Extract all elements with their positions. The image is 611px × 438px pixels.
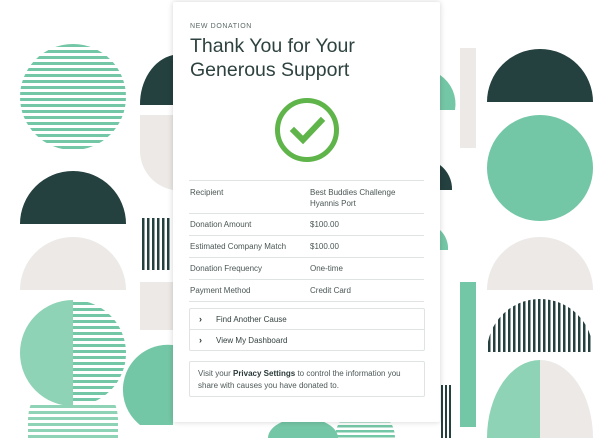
- action-links: › Find Another Cause › View My Dashboard: [189, 308, 425, 351]
- bg-bottom-center-arc: [335, 420, 395, 438]
- eyebrow-label: NEW DONATION: [190, 23, 252, 30]
- detail-label: Recipient: [190, 188, 224, 197]
- page-title: Thank You for Your Generous Support: [190, 35, 355, 81]
- privacy-settings-link[interactable]: Privacy Settings: [233, 369, 295, 378]
- link-label: Find Another Cause: [216, 314, 287, 324]
- chevron-right-icon: ›: [199, 314, 202, 324]
- detail-label: Payment Method: [190, 286, 251, 295]
- detail-value: $100.00: [310, 242, 339, 251]
- bg-mint-arc-right: [440, 230, 449, 250]
- checkmark-circle-icon: [275, 98, 339, 162]
- detail-value: One-time: [310, 264, 343, 273]
- bg-mint-strip: [460, 282, 476, 427]
- bg-gray-quarter-bottom-right: [540, 360, 593, 438]
- bg-gray-half-circle-right: [487, 237, 593, 290]
- detail-row-recipient: Recipient Best Buddies Challenge Hyannis…: [189, 181, 424, 214]
- bg-dark-quarter-right: [440, 165, 453, 190]
- detail-row-payment-method: Payment Method Credit Card: [189, 280, 424, 302]
- find-another-cause-link[interactable]: › Find Another Cause: [190, 309, 424, 330]
- detail-label: Estimated Company Match: [190, 242, 287, 251]
- link-label: View My Dashboard: [216, 335, 288, 345]
- bg-vertical-stripes: [142, 218, 170, 270]
- chevron-right-icon: ›: [199, 335, 202, 345]
- detail-label: Donation Frequency: [190, 264, 263, 273]
- privacy-note: Visit your Privacy Settings to control t…: [189, 361, 425, 397]
- view-my-dashboard-link[interactable]: › View My Dashboard: [190, 330, 424, 350]
- bg-mint-bar: [460, 48, 476, 148]
- donation-confirmation-card: NEW DONATION Thank You for Your Generous…: [173, 2, 440, 422]
- detail-row-amount: Donation Amount $100.00: [189, 214, 424, 236]
- bg-mint-quarter-bottom-right: [487, 360, 540, 438]
- bg-mint-circle-right: [487, 115, 593, 221]
- bg-striped-half-circle-right: [488, 299, 591, 352]
- detail-value: $100.00: [310, 220, 339, 229]
- detail-value: Best Buddies Challenge Hyannis Port: [310, 188, 396, 208]
- detail-row-frequency: Donation Frequency One-time: [189, 258, 424, 280]
- bg-gray-half-circle: [20, 237, 126, 290]
- bg-mint-half-circle: [20, 300, 73, 406]
- detail-value: Credit Card: [310, 286, 351, 295]
- bg-gray-block: [140, 282, 173, 330]
- bg-bottom-striped-arc: [28, 405, 118, 438]
- bg-gray-shape: [139, 115, 173, 190]
- detail-row-company-match: Estimated Company Match $100.00: [189, 236, 424, 258]
- bg-mint-circle-part: [122, 344, 173, 425]
- privacy-note-before: Visit your: [198, 369, 233, 378]
- bg-dark-half-circle-right: [487, 49, 593, 102]
- bg-dark-quarter: [139, 55, 173, 105]
- bg-vertical-stripes-bottom: [441, 385, 451, 438]
- bg-dark-half-circle: [20, 171, 126, 224]
- detail-label: Donation Amount: [190, 220, 252, 229]
- bg-mint-quarter-right: [440, 75, 456, 110]
- donation-details-table: Recipient Best Buddies Challenge Hyannis…: [189, 180, 424, 302]
- bg-striped-circle: [20, 44, 126, 150]
